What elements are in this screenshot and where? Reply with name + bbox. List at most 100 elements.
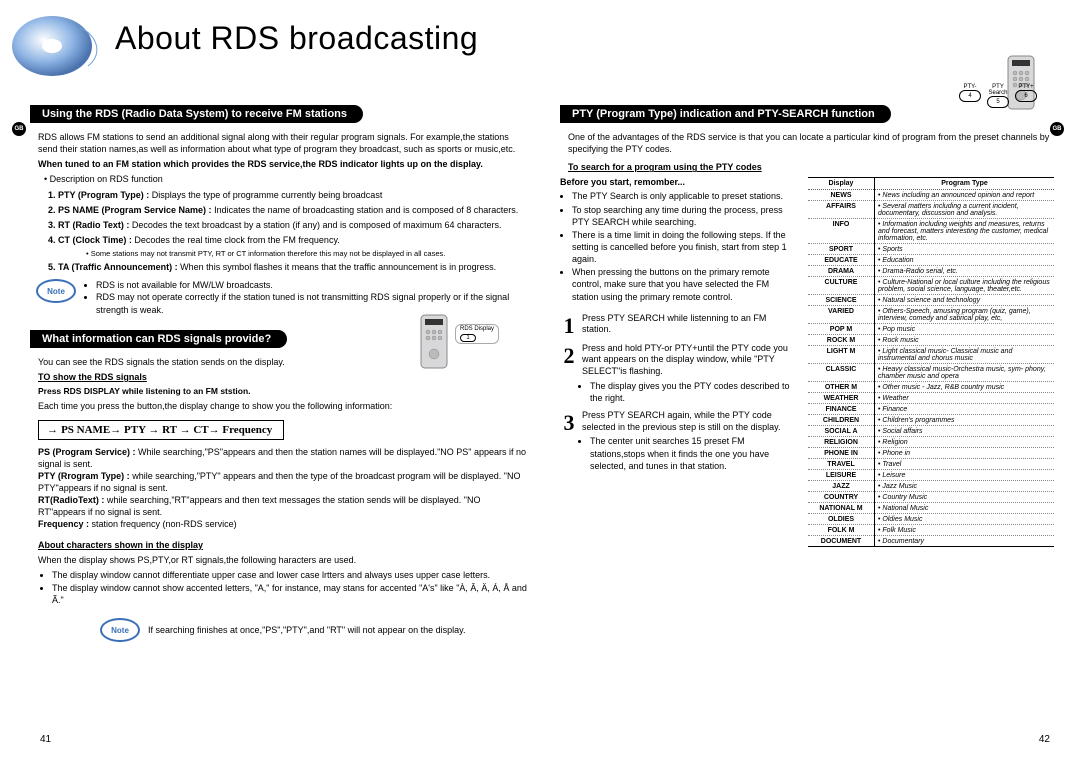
small-note: • Some stations may not transmit PTY, RT… xyxy=(86,249,530,258)
pty-desc-cell: • Finance xyxy=(875,404,1055,415)
gb-badge-left: GB xyxy=(12,122,26,136)
step-1-num: 1 xyxy=(560,313,578,339)
table-row: EDUCATE• Education xyxy=(808,255,1054,266)
pty-display-cell: FOLK M xyxy=(808,525,875,536)
item2-t: Indicates the name of broadcasting stati… xyxy=(212,205,519,215)
item5-t: When this symbol flashes it means that t… xyxy=(178,262,497,272)
step-1: 1 Press PTY SEARCH while listenning to a… xyxy=(560,313,796,339)
pty-desc-cell: • Religion xyxy=(875,437,1055,448)
def-rt-t: while searching,"RT"appears and then tex… xyxy=(38,495,480,517)
pty-desc-cell: • Oldies Music xyxy=(875,514,1055,525)
pty-display-cell: OLDIES xyxy=(808,514,875,525)
search-heading: To search for a program using the PTY co… xyxy=(568,161,1052,173)
about-item2: The display window cannot show accented … xyxy=(52,582,530,606)
item1-h: 1. PTY (Program Type) : xyxy=(48,190,149,200)
table-row: FOLK M• Folk Music xyxy=(808,525,1054,536)
pty-display-cell: COUNTRY xyxy=(808,492,875,503)
about-intro: When the display shows PS,PTY,or RT sign… xyxy=(38,554,522,566)
item5-h: 5. TA (Traffic Announcement) : xyxy=(48,262,178,272)
pty-desc-cell: • National Music xyxy=(875,503,1055,514)
table-row: COUNTRY• Country Music xyxy=(808,492,1054,503)
note-block-1: Note RDS is not available for MW/LW broa… xyxy=(36,279,530,315)
heading-using-rds: Using the RDS (Radio Data System) to rec… xyxy=(30,105,363,123)
table-row: CULTURE• Culture-National or local cultu… xyxy=(808,277,1054,295)
pty-display-cell: WEATHER xyxy=(808,393,875,404)
table-row: OLDIES• Oldies Music xyxy=(808,514,1054,525)
def-ps-h: PS (Program Service) : xyxy=(38,447,136,457)
item3-t: Decodes the text broadcast by a station … xyxy=(129,220,501,230)
about-chars-heading: About characters shown in the display xyxy=(38,539,522,551)
pty-desc-cell: • Drama-Radio serial, etc. xyxy=(875,266,1055,277)
cd-icon xyxy=(10,8,110,78)
pty-display-cell: JAZZ xyxy=(808,481,875,492)
pty-display-cell: NEWS xyxy=(808,190,875,201)
step-2-text: Press and hold PTY-or PTY+until the PTY … xyxy=(582,343,788,376)
item2-h: 2. PS NAME (Program Service Name) : xyxy=(48,205,212,215)
pty-display-cell: NATIONAL M xyxy=(808,503,875,514)
table-row: NEWS• News including an announced opinio… xyxy=(808,190,1054,201)
pty-display-cell: AFFAIRS xyxy=(808,201,875,219)
btn-label-pty-search: PTY Search xyxy=(986,84,1010,96)
pty-display-cell: FINANCE xyxy=(808,404,875,415)
step-2: 2 Press and hold PTY-or PTY+until the PT… xyxy=(560,343,796,406)
pty-desc-cell: • Jazz Music xyxy=(875,481,1055,492)
table-row: DOCUMENT• Documentary xyxy=(808,536,1054,547)
btn-6: 6 xyxy=(1015,90,1037,102)
note1-item1: RDS is not available for MW/LW broadcast… xyxy=(96,279,530,291)
pty-desc-cell: • Sports xyxy=(875,244,1055,255)
table-row: CHILDREN• Children's programmes xyxy=(808,415,1054,426)
intro-text: RDS allows FM stations to send an additi… xyxy=(38,131,522,155)
before-item4: When pressing the buttons on the primary… xyxy=(572,266,796,302)
before-item3: There is a time limit in doing the follo… xyxy=(572,229,796,265)
pty-desc-cell: • Documentary xyxy=(875,536,1055,547)
about-item1: The display window cannot differentiate … xyxy=(52,569,530,581)
pty-desc-cell: • Information including weights and meas… xyxy=(875,219,1055,244)
pty-desc-cell: • Others-Speech, amusing program (quiz, … xyxy=(875,306,1055,324)
table-row: FINANCE• Finance xyxy=(808,404,1054,415)
pty-display-cell: SCIENCE xyxy=(808,295,875,306)
step-1-text: Press PTY SEARCH while listenning to an … xyxy=(582,313,796,339)
heading-what-info: What information can RDS signals provide… xyxy=(30,330,287,348)
table-row: RELIGION• Religion xyxy=(808,437,1054,448)
pty-display-cell: PHONE IN xyxy=(808,448,875,459)
step-2-sub: The display gives you the PTY codes desc… xyxy=(590,380,796,404)
table-row: WEATHER• Weather xyxy=(808,393,1054,404)
pty-desc-cell: • Folk Music xyxy=(875,525,1055,536)
table-row: AFFAIRS• Several matters including a cur… xyxy=(808,201,1054,219)
right-intro: One of the advantages of the RDS service… xyxy=(568,131,1052,155)
pty-desc-cell: • Weather xyxy=(875,393,1055,404)
table-row: LIGHT M• Light classical music- Classica… xyxy=(808,346,1054,364)
table-row: LEISURE• Leisure xyxy=(808,470,1054,481)
pty-display-cell: OTHER M xyxy=(808,382,875,393)
pty-display-cell: DOCUMENT xyxy=(808,536,875,547)
btn-label-pty-plus: PTY+ xyxy=(1014,84,1038,90)
rds-display-callout: RDS Display 1 xyxy=(455,324,499,344)
pty-desc-cell: • Heavy classical music-Orchestra music,… xyxy=(875,364,1055,382)
desc-bullet: Description on RDS function xyxy=(50,174,163,184)
pty-desc-cell: • Social affairs xyxy=(875,426,1055,437)
before-item1: The PTY Search is only applicable to pre… xyxy=(572,190,796,202)
table-row: TRAVEL• Travel xyxy=(808,459,1054,470)
pty-desc-cell: • Travel xyxy=(875,459,1055,470)
table-row: ROCK M• Rock music xyxy=(808,335,1054,346)
press-line: Press RDS DISPLAY while listening to an … xyxy=(38,386,522,397)
note-block-2: Note If searching finishes at once,"PS",… xyxy=(100,618,530,642)
pty-display-cell: INFO xyxy=(808,219,875,244)
note1-item2: RDS may not operate correctly if the sta… xyxy=(96,291,530,315)
each-time: Each time you press the button,the displ… xyxy=(38,400,522,412)
item3-h: 3. RT (Radio Text) : xyxy=(48,220,129,230)
right-column: PTY (Program Type) indication and PTY-SE… xyxy=(560,105,1060,642)
table-row: JAZZ• Jazz Music xyxy=(808,481,1054,492)
tuned-line: When tuned to an FM station which provid… xyxy=(38,158,522,170)
note-badge: Note xyxy=(36,279,76,303)
step-2-num: 2 xyxy=(560,343,578,406)
def-freq-h: Frequency : xyxy=(38,519,89,529)
before-item2: To stop searching any time during the pr… xyxy=(572,204,796,228)
pty-display-cell: CHILDREN xyxy=(808,415,875,426)
pty-table-wrap: Display Program Type NEWS• News includin… xyxy=(808,177,1054,547)
pty-desc-cell: • Several matters including a current in… xyxy=(875,201,1055,219)
note2-text: If searching finishes at once,"PS","PTY"… xyxy=(148,625,466,635)
remote-control-icon-2 xyxy=(420,314,448,369)
pty-display-cell: CULTURE xyxy=(808,277,875,295)
heading-pty: PTY (Program Type) indication and PTY-SE… xyxy=(560,105,891,123)
